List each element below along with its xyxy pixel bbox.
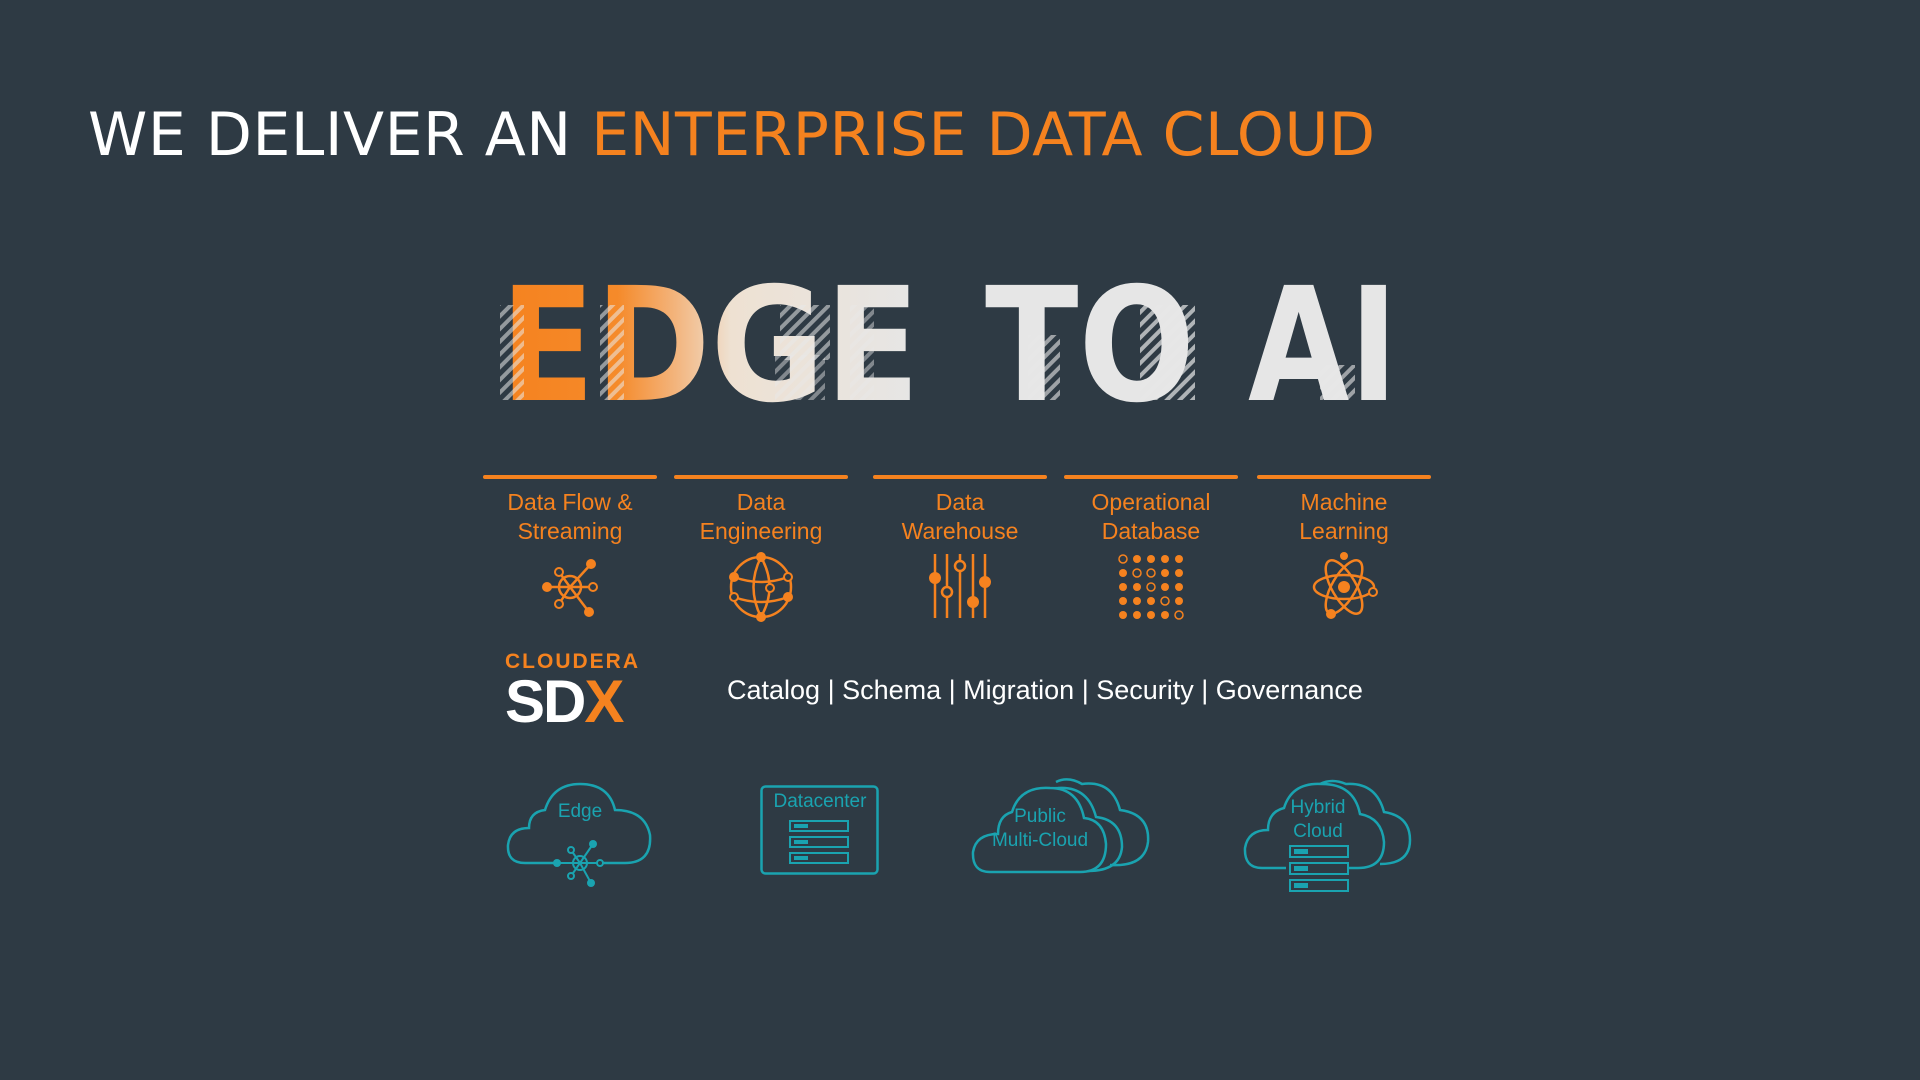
dot (1133, 555, 1141, 563)
category-operational-database: Operational Database (1064, 475, 1238, 622)
atom-icon (1312, 552, 1378, 619)
category-bar (483, 475, 657, 479)
dot (1147, 597, 1155, 605)
category-label: Data Warehouse (901, 489, 1019, 544)
dot (1146, 582, 1156, 592)
dot (1147, 555, 1155, 563)
env-label: Datacenter (773, 791, 867, 812)
title-accent: ENTERPRISE DATA CLOUD (591, 100, 1376, 170)
category-label: Data Flow & Streaming (507, 489, 633, 544)
sdx-name: SDX (505, 672, 655, 732)
cloudera-sdx-logo: CLOUDERA SDX (505, 650, 655, 732)
edge-cloud-icon (506, 782, 652, 887)
title-white: WE DELIVER AN (88, 100, 572, 170)
sliders-icon (929, 554, 991, 618)
dot-grid-icon (1118, 554, 1184, 620)
dot (1146, 568, 1156, 578)
category-label: Machine Learning (1299, 489, 1389, 544)
sdx-name-main: SD (505, 668, 586, 735)
dot (1133, 597, 1141, 605)
dot (1133, 583, 1141, 591)
category-bar (1257, 475, 1431, 479)
env-public-multi-cloud: Public Multi-Cloud (970, 772, 1170, 876)
page-title: WE DELIVER AN ENTERPRISE DATA CLOUD (88, 100, 1376, 170)
env-label: Hybrid Cloud (1290, 797, 1346, 842)
dot (1133, 611, 1141, 619)
env-hybrid-cloud: Hybrid Cloud (1242, 772, 1412, 892)
dot (1147, 611, 1155, 619)
dot (1119, 583, 1127, 591)
dot (1175, 583, 1183, 591)
category-machine-learning: Machine Learning (1257, 475, 1431, 622)
dot (1174, 610, 1184, 620)
env-edge: Edge (505, 770, 655, 890)
category-data-warehouse: Data Warehouse (873, 475, 1047, 622)
env-datacenter: Datacenter (760, 785, 880, 877)
sdx-name-accent: X (584, 668, 624, 735)
env-label: Edge (557, 801, 603, 822)
category-data-flow: Data Flow & Streaming (483, 475, 657, 622)
dot (1160, 596, 1170, 606)
dot (1175, 555, 1183, 563)
dot (1119, 569, 1127, 577)
category-label: Data Engineering (699, 489, 823, 544)
edge-to-ai-logo: EDGE TO AI (500, 275, 1398, 415)
dot (1161, 583, 1169, 591)
dot (1175, 597, 1183, 605)
dot (1132, 568, 1142, 578)
dot (1118, 554, 1128, 564)
env-label: Public Multi-Cloud (991, 806, 1089, 851)
sdx-features: Catalog | Schema | Migration | Security … (727, 675, 1363, 705)
category-bar (674, 475, 848, 479)
category-data-engineering: Data Engineering (674, 475, 848, 622)
category-bar (873, 475, 1047, 479)
globe-network-icon (729, 552, 793, 622)
category-bar (1064, 475, 1238, 479)
network-node-icon (542, 559, 598, 617)
dot (1119, 597, 1127, 605)
category-label: Operational Database (1091, 489, 1211, 544)
dot (1161, 555, 1169, 563)
dot (1119, 611, 1127, 619)
dot (1161, 611, 1169, 619)
dot (1161, 569, 1169, 577)
dot (1175, 569, 1183, 577)
